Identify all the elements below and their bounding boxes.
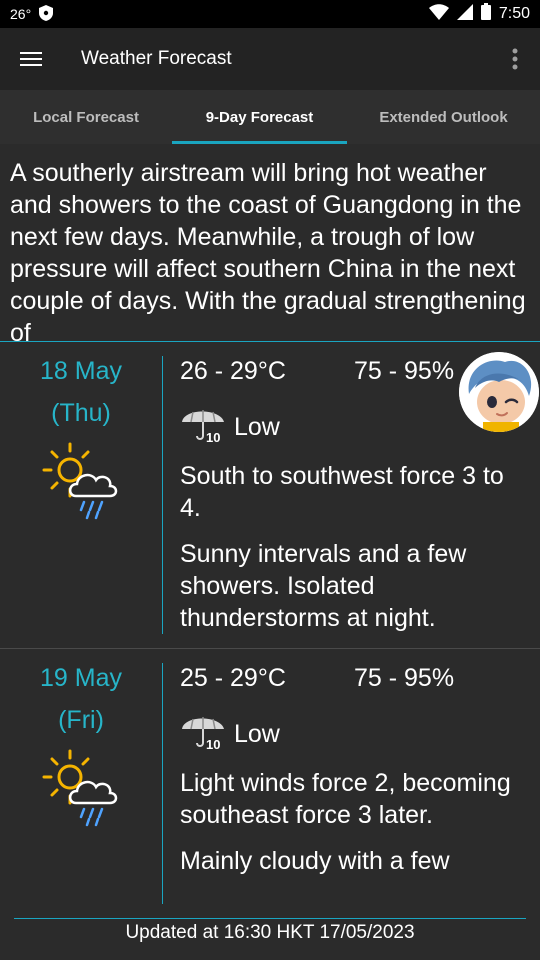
forecast-date-column: 19 May (Fri) [0,663,163,904]
psr-icon-label: 10 [206,737,220,751]
forecast-list[interactable]: 18 May (Thu) 26 - 29°C 75 - 95% 10 Low S… [0,342,540,904]
forecast-description: Mainly cloudy with a few [180,847,450,875]
wifi-icon [428,3,449,25]
forecast-humidity: 75 - 95% [354,664,455,692]
psr-level: Low [234,412,280,441]
tab-9-day-forecast[interactable]: 9-Day Forecast [172,90,347,144]
psr-level: Low [234,719,280,748]
forecast-row[interactable]: 19 May (Fri) 25 - 29°C 75 - 95% 10 Low L… [0,649,540,904]
app-bar: Weather Forecast [0,28,540,90]
psr-indicator: 10 Low [180,404,280,449]
shield-icon [39,4,54,24]
footer-divider [14,918,526,919]
forecast-date-column: 18 May (Thu) [0,356,163,634]
tab-local-forecast[interactable]: Local Forecast [0,90,172,144]
forecast-weekday: (Fri) [58,706,104,734]
sun-cloud-rain-icon [40,747,122,829]
updated-timestamp: Updated at 16:30 HKT 17/05/2023 [125,922,415,943]
forecast-description: Sunny intervals and a few showers. Isola… [180,540,467,632]
more-vertical-icon[interactable] [490,28,540,90]
battery-icon [480,3,491,25]
status-bar: 26° 7:50 [0,0,540,28]
sun-cloud-rain-icon [40,440,122,522]
forecast-date: 18 May [40,357,122,385]
footer: Updated at 16:30 HKT 17/05/2023 [0,904,540,960]
status-time: 7:50 [498,5,530,22]
forecast-temperature: 25 - 29°C [180,664,286,692]
status-temperature: 26° [10,6,32,22]
forecast-temperature: 26 - 29°C [180,357,286,385]
forecast-wind: Light winds force 2, becoming southeast … [180,769,511,829]
forecast-date: 19 May [40,664,122,692]
tab-extended-outlook[interactable]: Extended Outlook [347,90,540,144]
forecast-wind: South to southwest force 3 to 4. [180,462,504,522]
psr-icon-label: 10 [206,430,220,444]
forecast-weekday: (Thu) [51,399,111,427]
forecast-humidity: 75 - 95% [354,357,455,385]
umbrella-icon: 10 [180,404,226,449]
signal-icon [456,3,473,25]
hamburger-menu-icon[interactable] [0,28,62,90]
psr-indicator: 10 Low [180,711,280,756]
forecast-summary[interactable]: A southerly airstream will bring hot wea… [0,144,540,342]
umbrella-icon: 10 [180,711,226,756]
app-title: Weather Forecast [81,48,232,69]
assistant-avatar[interactable] [459,352,539,432]
tab-bar: Local Forecast 9-Day Forecast Extended O… [0,90,540,144]
